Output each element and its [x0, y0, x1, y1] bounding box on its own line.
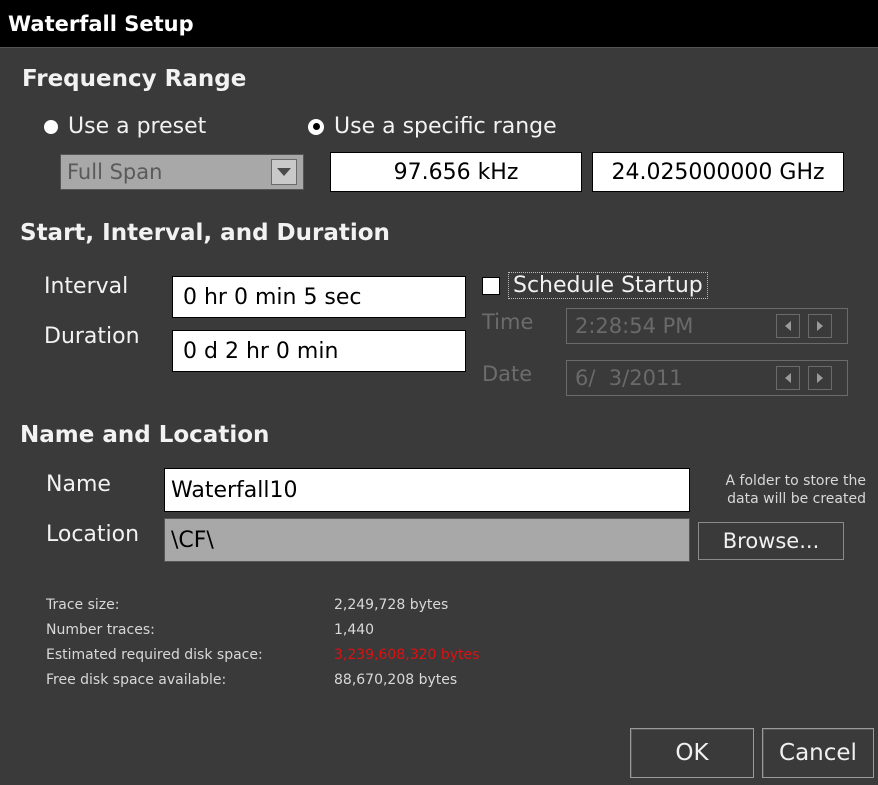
arrow-right-icon[interactable]: [808, 366, 832, 390]
time-value: 2:28:54 PM: [575, 314, 694, 338]
preset-dropdown[interactable]: Full Span: [60, 154, 304, 190]
start-frequency-field[interactable]: 97.656 kHz: [330, 152, 582, 192]
waterfall-setup-dialog: Frequency Range Use a preset Use a speci…: [0, 48, 878, 785]
trace-size-value: 2,249,728 bytes: [334, 597, 449, 613]
required-space-label: Estimated required disk space:: [46, 647, 263, 663]
frequency-range-heading: Frequency Range: [22, 66, 247, 92]
chevron-down-icon[interactable]: [271, 159, 297, 185]
arrow-left-icon[interactable]: [776, 366, 800, 390]
location-field: \CF\: [164, 518, 690, 562]
preset-radio[interactable]: Use a preset: [44, 114, 206, 139]
folder-note: A folder to store the data will be creat…: [692, 472, 866, 508]
preset-radio-label: Use a preset: [68, 114, 207, 139]
stop-frequency-field[interactable]: 24.025000000 GHz: [592, 152, 844, 192]
date-field: 6/ 3/2011: [566, 360, 848, 396]
location-label: Location: [46, 522, 140, 547]
name-field[interactable]: Waterfall10: [164, 468, 690, 512]
time-label: Time: [482, 310, 534, 334]
preset-dropdown-value: Full Span: [67, 160, 163, 184]
arrow-left-icon[interactable]: [776, 314, 800, 338]
window-title: Waterfall Setup: [0, 0, 878, 48]
free-space-label: Free disk space available:: [46, 672, 227, 688]
number-traces-label: Number traces:: [46, 622, 155, 638]
timing-heading: Start, Interval, and Duration: [20, 220, 390, 246]
folder-note-line1: A folder to store the: [725, 473, 866, 489]
name-label: Name: [46, 472, 111, 497]
ok-button[interactable]: OK: [630, 728, 754, 778]
name-location-heading: Name and Location: [20, 422, 270, 448]
trace-size-label: Trace size:: [46, 597, 120, 613]
duration-label: Duration: [44, 324, 140, 349]
free-space-value: 88,670,208 bytes: [334, 672, 458, 688]
interval-field[interactable]: 0 hr 0 min 5 sec: [172, 276, 466, 318]
checkbox-icon: [482, 276, 500, 295]
radio-unselected-icon: [44, 119, 58, 134]
folder-note-line2: data will be created: [727, 491, 866, 507]
number-traces-value: 1,440: [334, 622, 375, 638]
schedule-startup-checkbox[interactable]: Schedule Startup: [482, 272, 708, 299]
required-space-value: 3,239,608,320 bytes: [334, 647, 480, 663]
date-label: Date: [482, 362, 533, 386]
date-value: 6/ 3/2011: [575, 366, 683, 390]
browse-button[interactable]: Browse...: [698, 522, 844, 560]
schedule-startup-label: Schedule Startup: [508, 272, 708, 299]
time-field: 2:28:54 PM: [566, 308, 848, 344]
specific-range-radio-label: Use a specific range: [334, 114, 557, 139]
interval-label: Interval: [44, 274, 129, 299]
radio-selected-icon: [308, 118, 324, 135]
arrow-right-icon[interactable]: [808, 314, 832, 338]
specific-range-radio[interactable]: Use a specific range: [308, 114, 557, 139]
cancel-button[interactable]: Cancel: [762, 728, 874, 778]
duration-field[interactable]: 0 d 2 hr 0 min: [172, 330, 466, 372]
